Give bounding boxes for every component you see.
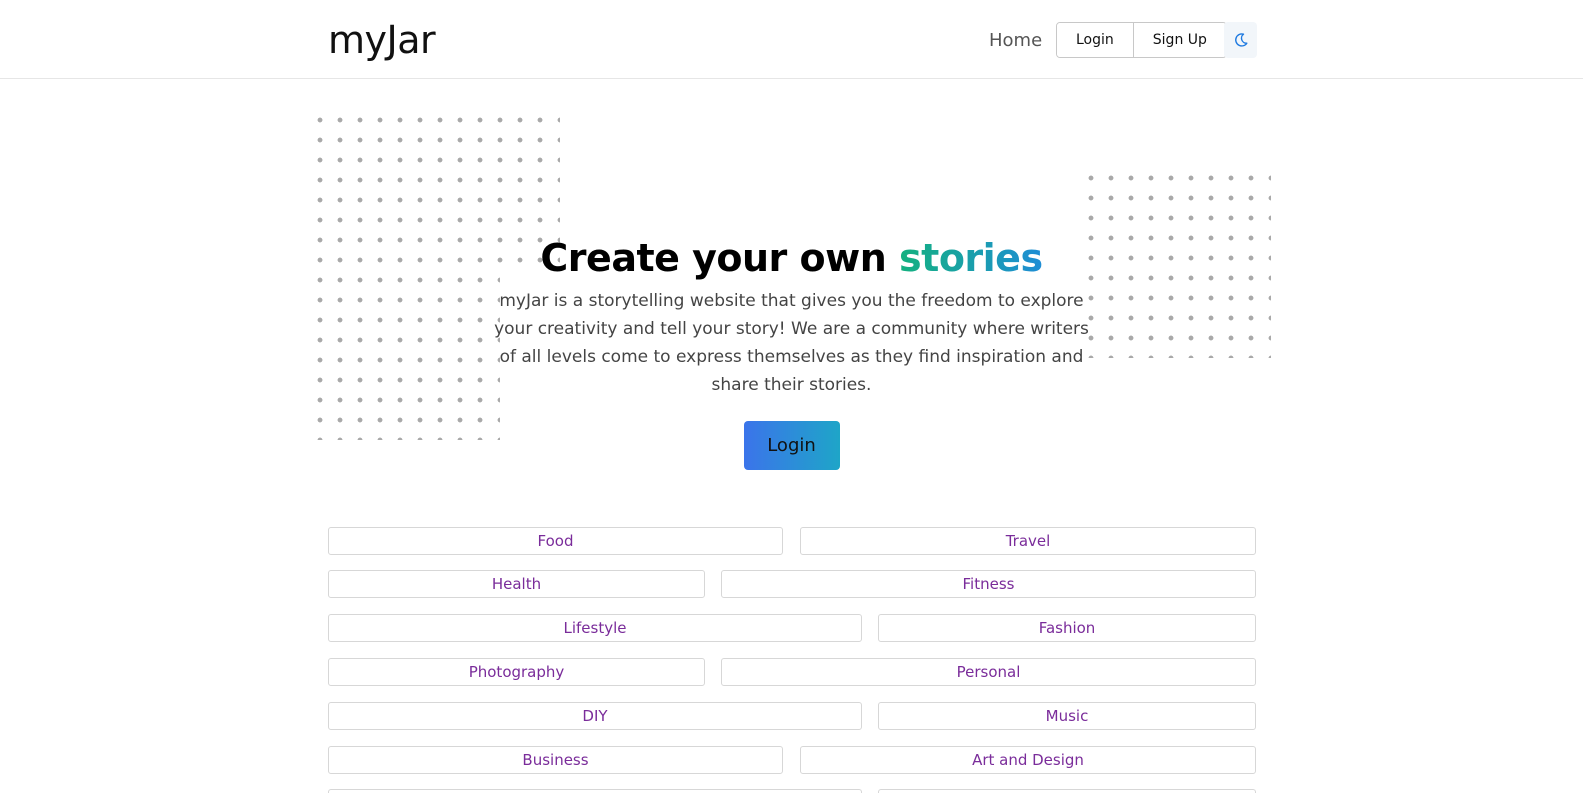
hero-section: Create your own stories myJar is a story… — [440, 232, 1143, 471]
category-music[interactable]: Music — [878, 702, 1256, 730]
category-diy[interactable]: DIY — [328, 702, 862, 730]
category-food[interactable]: Food — [328, 527, 783, 555]
category-photography[interactable]: Photography — [328, 658, 705, 686]
hero-title-main: Create your own — [540, 236, 900, 280]
brand-logo[interactable]: myJar — [328, 18, 436, 62]
hero-title-accent: stories — [899, 236, 1043, 280]
auth-button-group: Login Sign Up — [1056, 22, 1227, 58]
navbar: myJar Home Login Sign Up — [0, 0, 1583, 79]
hero-title: Create your own stories — [440, 232, 1143, 285]
login-button[interactable]: Login — [1057, 23, 1133, 57]
category-partial-row-left — [328, 789, 862, 793]
category-health[interactable]: Health — [328, 570, 705, 598]
category-partial-row-right — [878, 789, 1256, 793]
theme-toggle-button[interactable] — [1224, 22, 1257, 58]
category-travel[interactable]: Travel — [800, 527, 1256, 555]
hero-login-button[interactable]: Login — [743, 421, 840, 471]
category-art-and-design[interactable]: Art and Design — [800, 746, 1256, 774]
category-business[interactable]: Business — [328, 746, 783, 774]
hero-description: myJar is a storytelling website that giv… — [494, 291, 1089, 396]
signup-button[interactable]: Sign Up — [1132, 23, 1226, 57]
category-fitness[interactable]: Fitness — [721, 570, 1256, 598]
category-fashion[interactable]: Fashion — [878, 614, 1256, 642]
category-lifestyle[interactable]: Lifestyle — [328, 614, 862, 642]
moon-icon — [1234, 33, 1247, 47]
category-personal[interactable]: Personal — [721, 658, 1256, 686]
nav-home-link[interactable]: Home — [989, 30, 1042, 51]
